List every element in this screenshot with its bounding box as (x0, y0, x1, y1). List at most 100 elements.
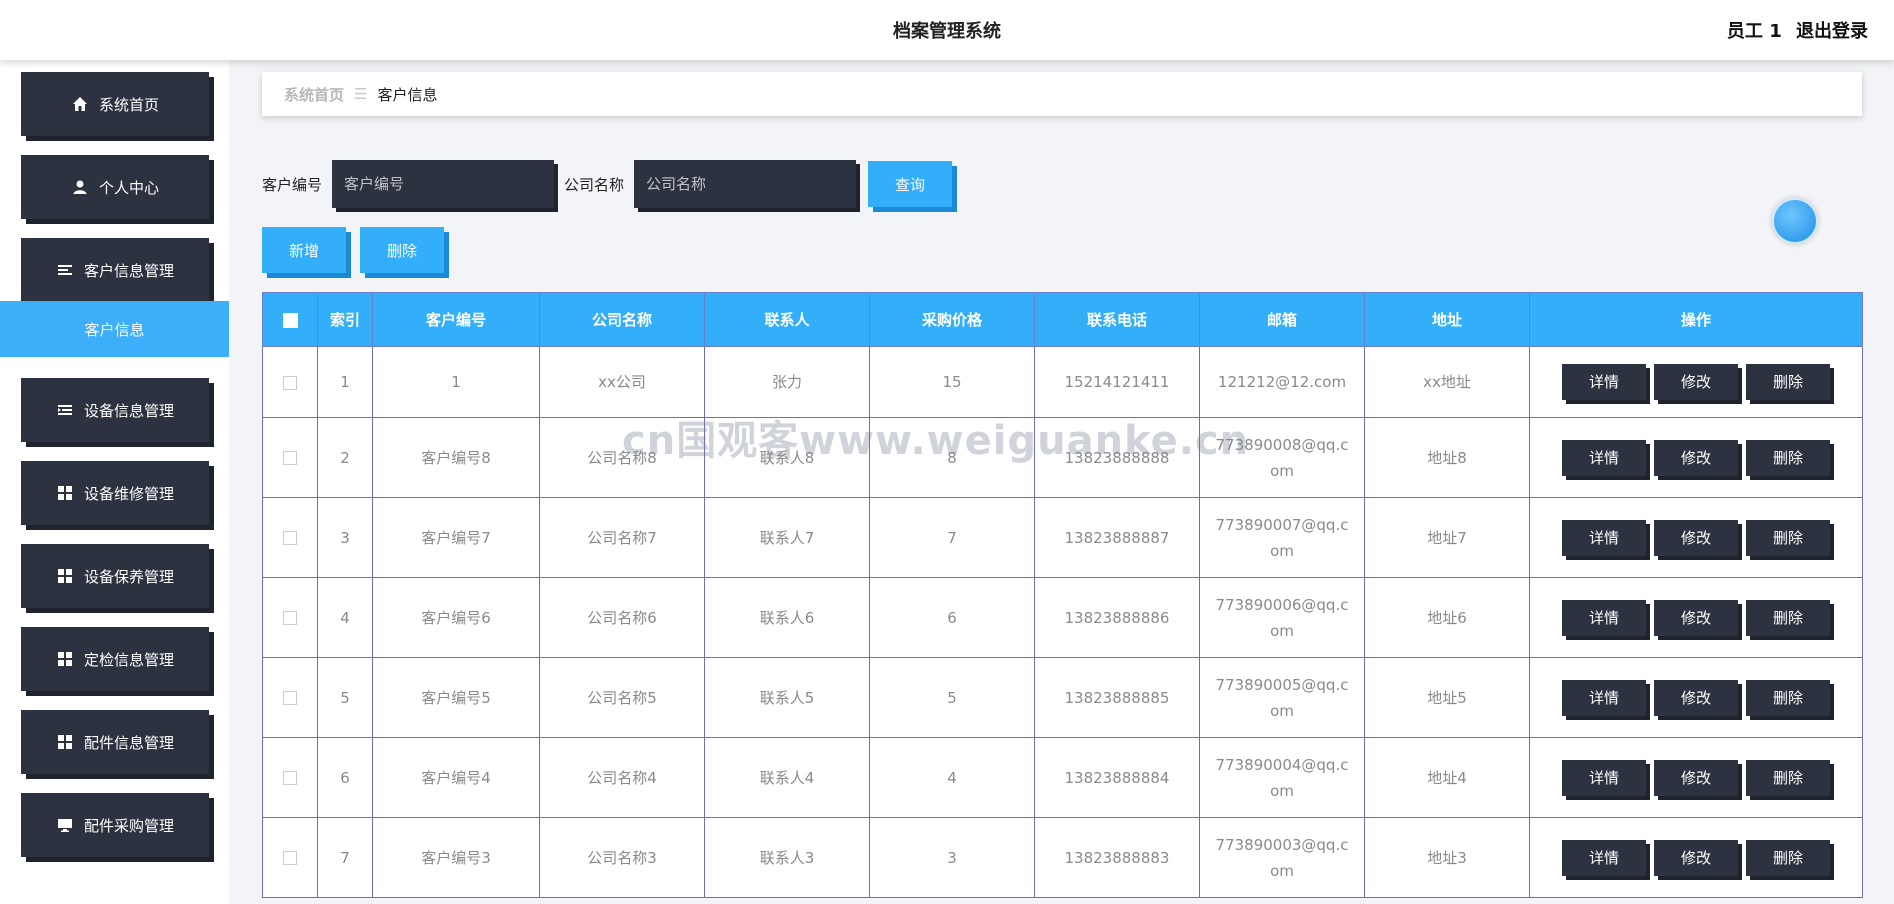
sidebar-item-device-maintenance[interactable]: 设备保养管理 (21, 544, 209, 608)
cell-phone: 13823888887 (1034, 497, 1200, 578)
cell-phone: 15214121411 (1034, 346, 1200, 418)
cell-operations: 详情 修改 删除 (1529, 737, 1863, 818)
detail-button[interactable]: 详情 (1562, 599, 1646, 636)
cell-contact: 联系人6 (704, 577, 870, 658)
row-checkbox[interactable] (283, 531, 297, 545)
breadcrumb-current: 客户信息 (377, 85, 438, 104)
sidebar-item-customer-management[interactable]: 客户信息管理 (21, 238, 209, 302)
list-icon (56, 261, 74, 279)
cell-phone: 13823888886 (1034, 577, 1200, 658)
cell-address: 地址3 (1364, 817, 1530, 898)
edit-button[interactable]: 修改 (1654, 759, 1738, 796)
detail-button[interactable]: 详情 (1562, 439, 1646, 476)
detail-button[interactable]: 详情 (1562, 839, 1646, 876)
logout-link[interactable]: 退出登录 (1796, 21, 1868, 42)
sidebar-item-label: 个人中心 (98, 178, 159, 197)
edit-button[interactable]: 修改 (1654, 519, 1738, 556)
user-name: 员工 1 (1726, 21, 1782, 42)
cell-email: 773890004@qq.com (1199, 737, 1365, 818)
cell-operations: 详情 修改 删除 (1529, 577, 1863, 658)
sidebar-item-parts-purchase[interactable]: 配件采购管理 (21, 793, 209, 857)
breadcrumb-home[interactable]: 系统首页 (284, 84, 344, 105)
cell-email: 773890005@qq.com (1199, 657, 1365, 738)
delete-button[interactable]: 删除 (1746, 679, 1830, 716)
row-select-cell (262, 737, 318, 818)
floating-widget[interactable] (1772, 198, 1818, 244)
sidebar-item-label: 客户信息管理 (83, 261, 174, 280)
delete-button[interactable]: 删除 (1746, 759, 1830, 796)
column-header: 联系电话 (1034, 292, 1200, 347)
cell-address: 地址7 (1364, 497, 1530, 578)
cell-index: 1 (317, 346, 373, 418)
column-header: 操作 (1529, 292, 1863, 347)
sidebar-item-parts-info[interactable]: 配件信息管理 (21, 710, 209, 774)
sidebar-item-profile[interactable]: 个人中心 (21, 155, 209, 219)
detail-button[interactable]: 详情 (1562, 679, 1646, 716)
sidebar-item-label: 设备保养管理 (83, 567, 174, 586)
sidebar-item-label: 系统首页 (98, 95, 159, 114)
customer-table: 索引 客户编号 公司名称 联系人 采购价格 联系电话 邮箱 地址 操作 1 1 xx… (262, 292, 1863, 898)
sidebar-item-device-info[interactable]: 设备信息管理 (21, 378, 209, 442)
column-header: 邮箱 (1199, 292, 1365, 347)
row-checkbox[interactable] (283, 851, 297, 865)
edit-button[interactable]: 修改 (1654, 439, 1738, 476)
cell-contact: 张力 (704, 346, 870, 418)
cell-customer-no: 客户编号6 (372, 577, 540, 658)
cell-email: 773890007@qq.com (1199, 497, 1365, 578)
cell-contact: 联系人7 (704, 497, 870, 578)
delete-button[interactable]: 删除 (1746, 839, 1830, 876)
row-checkbox[interactable] (283, 691, 297, 705)
row-select-cell (262, 817, 318, 898)
cell-address: 地址8 (1364, 417, 1530, 498)
cell-price: 6 (869, 577, 1035, 658)
detail-button[interactable]: 详情 (1562, 519, 1646, 556)
cell-email: 773890008@qq.com (1199, 417, 1365, 498)
cell-customer-no: 客户编号7 (372, 497, 540, 578)
query-button[interactable]: 查询 (868, 161, 953, 207)
cell-phone: 13823888885 (1034, 657, 1200, 738)
edit-button[interactable]: 修改 (1654, 679, 1738, 716)
row-select-cell (262, 657, 318, 738)
edit-button[interactable]: 修改 (1654, 364, 1738, 400)
delete-button[interactable]: 删除 (1746, 599, 1830, 636)
add-button[interactable]: 新增 (262, 227, 346, 273)
sidebar-item-device-repair[interactable]: 设备维修管理 (21, 461, 209, 525)
sidebar-item-label: 设备信息管理 (83, 401, 174, 420)
monitor-icon (56, 816, 74, 834)
table-row: 1 1 xx公司 张力 15 15214121411 121212@12.com xx地址 详情… (262, 346, 1863, 418)
select-all-checkbox[interactable] (282, 312, 298, 328)
row-checkbox[interactable] (283, 375, 297, 390)
row-checkbox[interactable] (283, 611, 297, 625)
cell-company: 公司名称3 (539, 817, 705, 898)
table-row: 6 客户编号4 公司名称4 联系人4 4 13823888884 773890004@qq.… (262, 737, 1863, 818)
edit-button[interactable]: 修改 (1654, 839, 1738, 876)
batch-delete-button[interactable]: 删除 (360, 227, 444, 273)
detail-button[interactable]: 详情 (1562, 364, 1646, 400)
customer-no-input[interactable] (332, 160, 555, 208)
breadcrumb: 系统首页 ☰ 客户信息 (262, 72, 1862, 116)
delete-button[interactable]: 删除 (1746, 519, 1830, 556)
row-select-cell (262, 346, 318, 418)
cell-contact: 联系人3 (704, 817, 870, 898)
delete-button[interactable]: 删除 (1746, 364, 1830, 400)
customer-no-label: 客户编号 (262, 175, 323, 194)
table-row: 7 客户编号3 公司名称3 联系人3 3 13823888883 773890003@qq.… (262, 817, 1863, 898)
grid-icon (56, 650, 74, 668)
cell-price: 7 (869, 497, 1035, 578)
row-checkbox[interactable] (283, 451, 297, 465)
sidebar-item-label: 配件采购管理 (83, 816, 174, 835)
delete-button[interactable]: 删除 (1746, 439, 1830, 476)
company-input[interactable] (634, 160, 857, 208)
cell-email: 773890006@qq.com (1199, 577, 1365, 658)
sidebar-subitem-customer-info[interactable]: 客户信息 (0, 301, 229, 357)
sidebar-item-home[interactable]: 系统首页 (21, 72, 209, 136)
sidebar-item-inspection[interactable]: 定检信息管理 (21, 627, 209, 691)
edit-button[interactable]: 修改 (1654, 599, 1738, 636)
cell-customer-no: 客户编号5 (372, 657, 540, 738)
user-icon (71, 178, 89, 196)
cell-price: 3 (869, 817, 1035, 898)
home-icon (71, 95, 89, 113)
detail-button[interactable]: 详情 (1562, 759, 1646, 796)
row-checkbox[interactable] (283, 771, 297, 785)
sidebar-item-label: 客户信息 (84, 320, 145, 339)
